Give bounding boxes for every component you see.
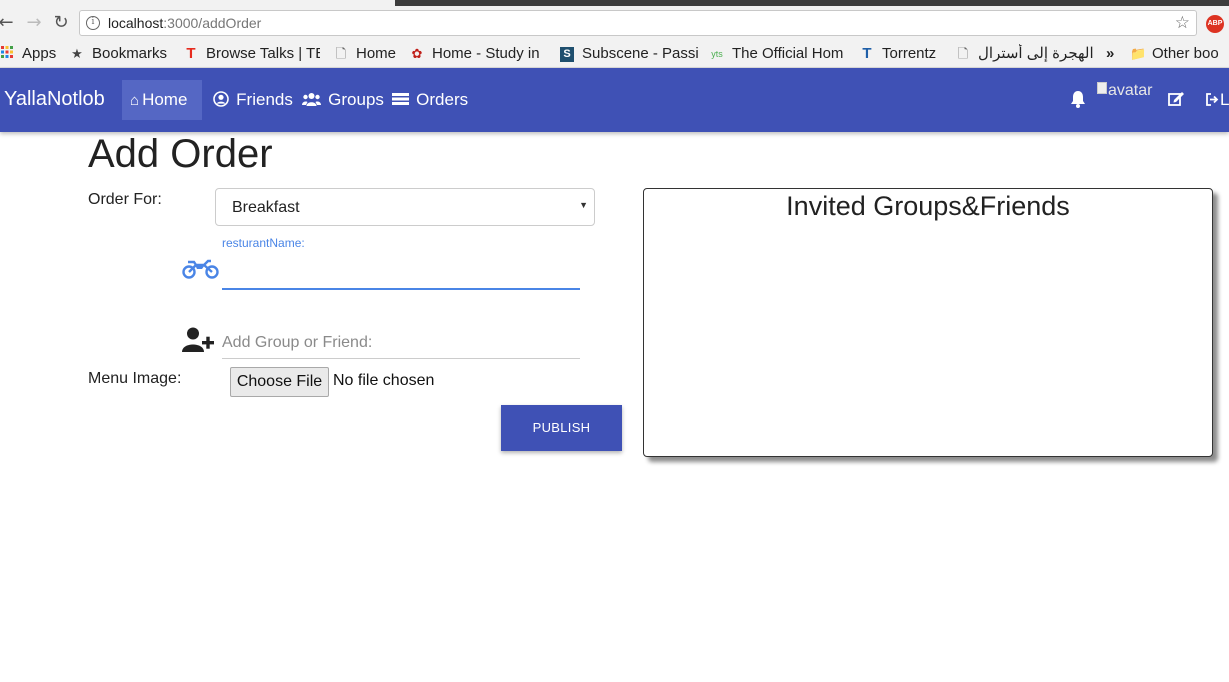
order-for-select[interactable]: Breakfast ▼	[215, 188, 595, 226]
home-icon: ⌂	[130, 92, 140, 109]
bookmarks-bar: Apps ★ Bookmarks T Browse Talks | TE 🗋 Home…	[0, 40, 1229, 68]
adblock-extension-icon[interactable]: ABP	[1206, 15, 1224, 33]
nav-friends-label: Friends	[236, 90, 293, 109]
users-icon	[302, 92, 325, 109]
bookmark-label: Other boo	[1152, 45, 1219, 62]
invited-panel-title: Invited Groups&Friends	[786, 191, 1070, 221]
bookmark-subscene[interactable]: S Subscene - Passi	[560, 44, 698, 64]
menu-image-label: Menu Image:	[88, 370, 182, 387]
bookmark-label: Subscene - Passi	[582, 45, 698, 62]
nav-friends[interactable]: Friends	[205, 80, 301, 120]
url-path: :3000/addOrder	[163, 15, 262, 31]
bookmark-ted[interactable]: T Browse Talks | TE	[184, 44, 320, 64]
publish-button[interactable]: PUBLISH	[501, 405, 622, 451]
bookmark-label: Bookmarks	[92, 45, 168, 62]
order-for-value: Breakfast	[232, 199, 300, 216]
bookmark-label: Home	[356, 45, 397, 62]
reload-icon[interactable]: ↻	[51, 12, 71, 34]
bookmark-home[interactable]: 🗋 Home	[334, 44, 402, 64]
nav-groups-label: Groups	[328, 90, 384, 109]
bookmark-label: Browse Talks | TE	[206, 45, 320, 62]
edit-icon[interactable]	[1168, 90, 1185, 112]
star-icon: ★	[71, 46, 83, 62]
browser-toolbar: ← → ↻ i localhost:3000/addOrder ☆ ABP	[0, 6, 1229, 40]
notification-bell-icon[interactable]	[1070, 90, 1086, 113]
avatar[interactable]: avatar	[1097, 82, 1152, 100]
bookmark-bookmarks[interactable]: ★ Bookmarks	[70, 44, 180, 64]
motorcycle-icon	[182, 257, 219, 283]
choose-file-button[interactable]: Choose File	[230, 367, 329, 397]
info-icon[interactable]: i	[86, 16, 100, 30]
file-status-text: No file chosen	[333, 372, 435, 389]
bookmark-label: الهجرة إلى أسترال	[978, 45, 1094, 62]
bookmark-other[interactable]: 📁 Other boo	[1130, 44, 1229, 64]
folder-icon: 📁	[1130, 46, 1147, 62]
brand-logo[interactable]: YallaNotlob	[4, 88, 105, 111]
nav-home-label: Home	[142, 90, 188, 109]
nav-home[interactable]: ⌂ Home	[122, 80, 202, 120]
bookmark-star-icon[interactable]: ☆	[1175, 13, 1190, 33]
url-text[interactable]: localhost:3000/addOrder	[108, 15, 261, 31]
yts-icon: yts	[711, 49, 723, 60]
torrentz-icon: T	[862, 45, 872, 63]
logout-link[interactable]: L	[1205, 90, 1229, 110]
bookmark-official[interactable]: yts The Official Hom	[710, 44, 848, 64]
forward-arrow-icon[interactable]: →	[24, 12, 44, 34]
logout-label: L	[1220, 90, 1229, 109]
subscene-icon: S	[560, 46, 574, 62]
invited-panel: Invited Groups&Friends	[643, 188, 1213, 457]
page-title: Add Order	[88, 132, 273, 176]
restaurant-name-label: resturantName:	[222, 236, 305, 250]
bookmarks-overflow[interactable]: »	[1106, 44, 1122, 64]
url-host: localhost	[108, 15, 164, 31]
restaurant-name-input[interactable]	[222, 254, 580, 290]
avatar-alt-text: avatar	[1108, 82, 1153, 99]
bookmark-apps[interactable]: Apps	[0, 44, 62, 64]
ted-icon: T	[186, 45, 196, 63]
nav-orders-label: Orders	[416, 90, 469, 109]
order-for-label: Order For:	[88, 191, 162, 208]
apps-grid-icon	[0, 44, 14, 64]
add-group-or-friend-input[interactable]	[222, 328, 580, 359]
list-icon	[392, 92, 413, 109]
bookmark-study[interactable]: ✿ Home - Study in	[410, 44, 548, 64]
broken-image-icon	[1097, 82, 1107, 94]
page-icon: 🗋	[957, 46, 969, 62]
logout-icon	[1205, 90, 1220, 109]
bookmark-label: Apps	[22, 45, 57, 62]
chevron-down-icon: ▼	[579, 200, 588, 210]
bookmark-torrentz[interactable]: T Torrentz	[860, 44, 946, 64]
user-circle-icon	[213, 91, 233, 109]
flower-icon: ✿	[411, 46, 423, 62]
nav-groups[interactable]: Groups	[294, 80, 392, 120]
bookmark-label: Torrentz	[882, 45, 937, 62]
back-arrow-icon[interactable]: ←	[0, 12, 16, 34]
bookmark-migration[interactable]: 🗋 الهجرة إلى أسترال	[956, 44, 1096, 64]
nav-orders[interactable]: Orders	[384, 80, 476, 120]
app-navbar: YallaNotlob ⌂ Home Friends Groups Orders …	[0, 68, 1229, 132]
bookmark-label: Home - Study in	[432, 45, 540, 62]
add-user-icon	[182, 327, 215, 357]
page-icon: 🗋	[335, 46, 347, 62]
bookmark-label: The Official Hom	[732, 45, 844, 62]
address-bar[interactable]: i localhost:3000/addOrder ☆	[79, 10, 1197, 36]
